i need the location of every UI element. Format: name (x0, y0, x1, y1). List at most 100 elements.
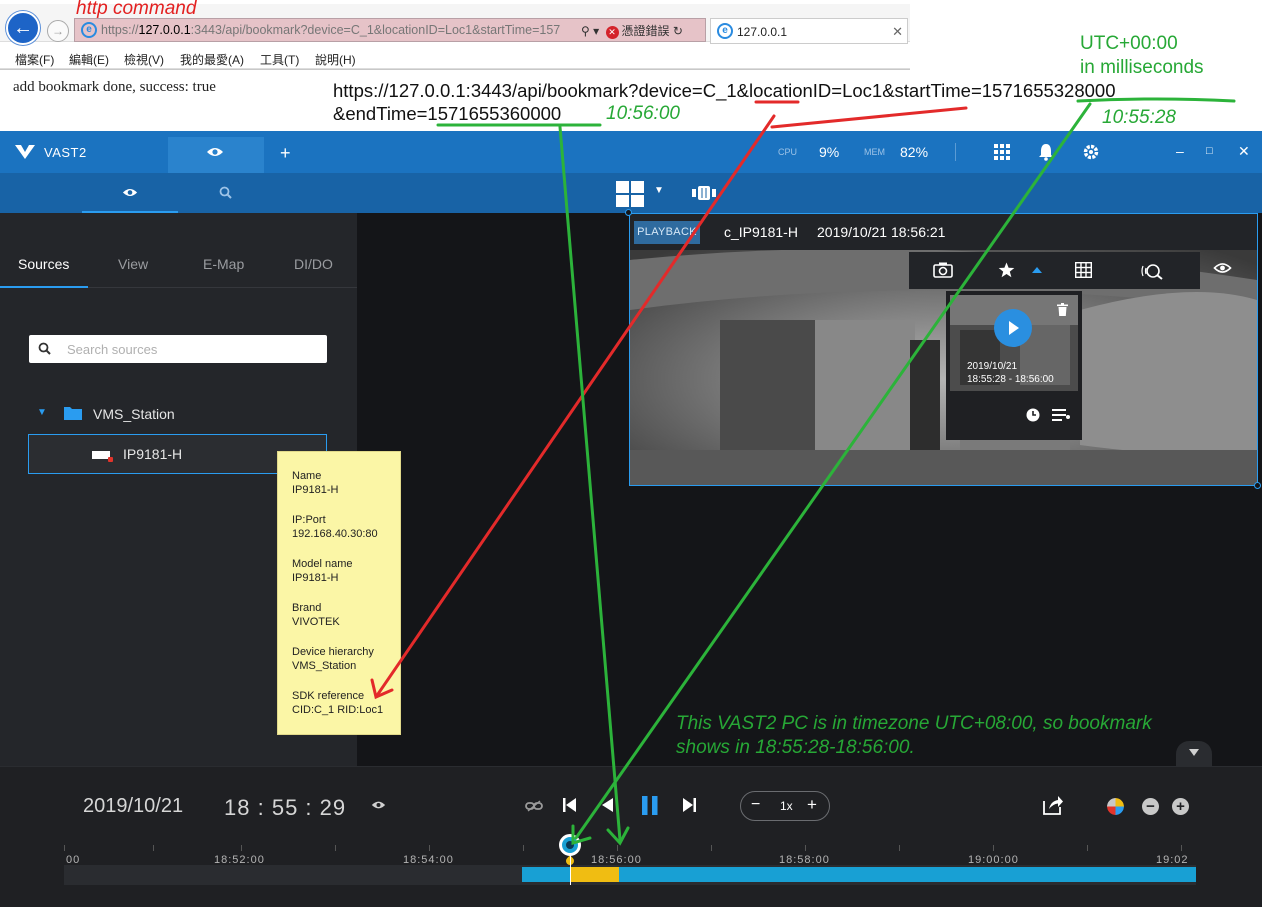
refresh-icon[interactable]: ↻ (673, 24, 683, 38)
layout-grid-icon[interactable] (616, 181, 644, 207)
audio-search-icon[interactable] (1141, 262, 1165, 280)
previous-icon[interactable] (563, 798, 576, 812)
ruler-tick (617, 845, 618, 851)
collapse-timeline-button[interactable] (1176, 741, 1212, 767)
eye-icon[interactable] (371, 800, 386, 810)
tile-header: PLAYBACK c_IP9181-H 2019/10/21 18:56:21 (630, 214, 1257, 250)
cpu-value: 9% (819, 144, 840, 160)
annotation-url-line2: &endTime=1571655360000 (333, 103, 562, 124)
export-icon[interactable] (1042, 795, 1064, 815)
ruler-tick (429, 845, 430, 851)
playhead-center (566, 841, 574, 849)
search-input[interactable] (67, 340, 317, 358)
cert-error-label[interactable]: 憑證錯誤 (622, 24, 670, 38)
menu-view[interactable]: 檢視(V) (124, 51, 164, 68)
app-brand: VAST2 (44, 145, 87, 160)
snapshot-icon[interactable] (933, 262, 953, 278)
close-button[interactable]: ✕ (1238, 143, 1250, 160)
bookmark-star-icon[interactable] (998, 262, 1015, 278)
speed-plus-button[interactable]: + (807, 795, 817, 815)
playback-time[interactable]: 18 : 55 : 29 (224, 795, 346, 821)
bookmark-list-icon[interactable] (1052, 409, 1070, 421)
expand-arrow-icon[interactable]: ▼ (37, 407, 47, 418)
mem-value: 82% (900, 144, 929, 160)
tab-view[interactable]: View (118, 256, 148, 272)
tab-title: 127.0.0.1 (737, 25, 788, 39)
zoom-out-button[interactable]: − (1142, 798, 1159, 815)
tab-sources[interactable]: Sources (18, 256, 69, 272)
speed-value: 1x (780, 799, 793, 813)
play-reverse-icon[interactable] (602, 798, 613, 812)
maximize-button[interactable]: □ (1206, 145, 1213, 157)
next-icon[interactable] (683, 798, 696, 812)
sub-bar: ▼ (0, 173, 1262, 213)
menu-favorites[interactable]: 我的最愛(A) (180, 51, 244, 68)
grid-icon[interactable] (1075, 262, 1092, 278)
menu-file[interactable]: 檔案(F) (15, 51, 54, 68)
eye-icon (122, 188, 138, 197)
ruler-tick (1181, 845, 1182, 851)
playback-date[interactable]: 2019/10/21 (83, 795, 183, 818)
play-bookmark-button[interactable] (994, 309, 1032, 347)
tooltip-value: 192.168.40.30:80 (292, 528, 378, 540)
trash-icon[interactable] (1057, 303, 1068, 316)
timezone-note-line2: shows in 18:55:28-18:56:00. (676, 737, 915, 758)
folder-icon (64, 407, 82, 420)
search-icon[interactable] (219, 186, 232, 199)
ptz-icon[interactable] (692, 186, 716, 200)
resize-handle[interactable] (1254, 482, 1261, 489)
search-icon (38, 342, 51, 355)
ruler-tick (523, 845, 524, 851)
ruler-tick (64, 845, 65, 851)
gear-icon[interactable] (1082, 143, 1100, 161)
dropdown-icon[interactable]: ▾ (593, 24, 599, 38)
tab-dido[interactable]: DI/DO (294, 256, 333, 272)
mem-label: MEM (864, 147, 885, 157)
vivotek-logo-icon (15, 145, 35, 159)
url-text: https://127.0.0.1:3443/api/bookmark?devi… (101, 23, 561, 37)
menu-help[interactable]: 說明(H) (315, 51, 356, 68)
bookmark-segment[interactable] (571, 867, 619, 882)
browser-tab[interactable]: e 127.0.0.1 ✕ (710, 18, 908, 44)
tab-close-icon[interactable]: ✕ (892, 24, 903, 40)
tooltip-value: VMS_Station (292, 660, 357, 672)
back-button[interactable]: ← (6, 11, 40, 45)
eye-icon[interactable] (1213, 262, 1232, 274)
tab-emap[interactable]: E-Map (203, 256, 244, 272)
resize-handle[interactable] (625, 209, 632, 216)
cpu-label: CPU (778, 147, 798, 157)
cert-error-icon[interactable]: ✕ (605, 26, 619, 39)
tab-liveview[interactable] (168, 137, 264, 173)
search-box (29, 335, 327, 363)
tooltip-value: CID:C_1 RID:Loc1 (292, 704, 384, 716)
play-icon (1009, 321, 1019, 335)
end-time-local-annotation: 10:56:00 (606, 103, 680, 124)
color-palette-icon[interactable] (1107, 798, 1124, 815)
url-input[interactable]: e https://127.0.0.1:3443/api/bookmark?de… (74, 18, 706, 42)
zoom-in-button[interactable]: + (1172, 798, 1189, 815)
link-icon[interactable] (525, 800, 543, 812)
add-tab-button[interactable]: + (280, 143, 291, 164)
divider (0, 69, 910, 70)
apps-grid-icon[interactable] (993, 143, 1011, 161)
recording-segment[interactable] (522, 867, 1196, 882)
clock-icon[interactable] (1026, 408, 1040, 422)
menu-tools[interactable]: 工具(T) (260, 51, 299, 68)
forward-button[interactable]: → (47, 20, 69, 42)
tooltip-value: IP9181-H (292, 484, 339, 496)
station-label[interactable]: VMS_Station (93, 406, 175, 422)
tab-sources-view[interactable] (82, 173, 178, 213)
playhead-handle[interactable] (559, 834, 581, 856)
pause-icon[interactable] (641, 796, 659, 815)
chevron-down-icon[interactable]: ▼ (654, 185, 664, 196)
bell-icon[interactable] (1037, 143, 1055, 161)
top-bar: VAST2 + CPU 9% MEM 82% – □ ✕ (0, 131, 1262, 173)
tooltip-label: Device hierarchy (292, 646, 374, 658)
minimize-button[interactable]: – (1176, 143, 1184, 159)
menu-edit[interactable]: 編輯(E) (69, 51, 109, 68)
search-icon[interactable]: ⚲ (581, 24, 590, 38)
ie-tab-icon: e (717, 23, 733, 39)
speed-minus-button[interactable]: − (751, 796, 760, 814)
http-command-annotation: http command (76, 0, 197, 19)
playhead-line (570, 853, 571, 885)
